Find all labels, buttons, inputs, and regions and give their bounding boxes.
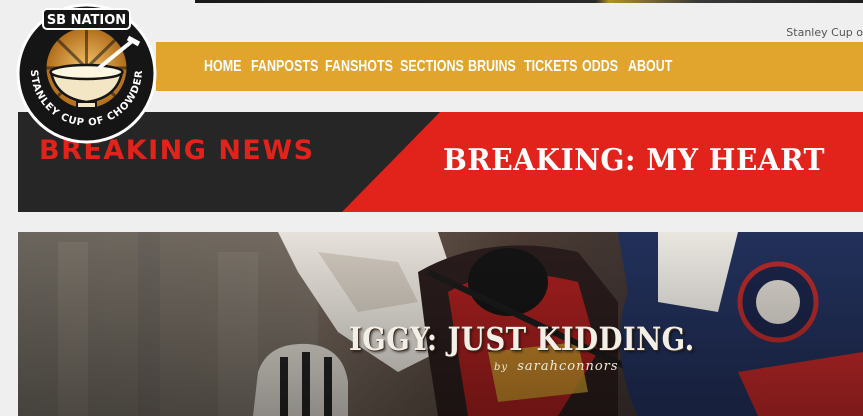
nav-fanshots[interactable]: FANSHOTS [325,42,393,91]
site-tagline[interactable]: Stanley Cup o [786,26,863,39]
nav-home[interactable]: HOME [204,42,241,91]
nav-bruins[interactable]: BRUINS [468,42,516,91]
featured-story-byline: by sarahconnors [494,359,619,374]
featured-story[interactable]: IGGY: JUST KIDDING. by sarahconnors [18,232,863,416]
byline-prefix: by [494,362,509,373]
featured-story-title[interactable]: IGGY: JUST KIDDING. [349,320,695,358]
logo-network-text: SB NATION [47,13,126,28]
nav-sections[interactable]: SECTIONS [400,42,464,91]
top-ad-strip [195,0,863,3]
nav-fanposts[interactable]: FANPOSTS [251,42,318,91]
nav-about[interactable]: ABOUT [628,42,672,91]
main-nav: HOME FANPOSTS FANSHOTS SECTIONS BRUINS T… [156,42,863,91]
nav-tickets[interactable]: TICKETS [524,42,577,91]
site-logo[interactable]: SB NATION STANLEY CUP OF CHOWDER [15,2,158,145]
nav-odds[interactable]: ODDS [582,42,618,91]
breaking-news-headline[interactable]: BREAKING: MY HEART [443,143,825,178]
byline-author[interactable]: sarahconnors [517,359,618,374]
